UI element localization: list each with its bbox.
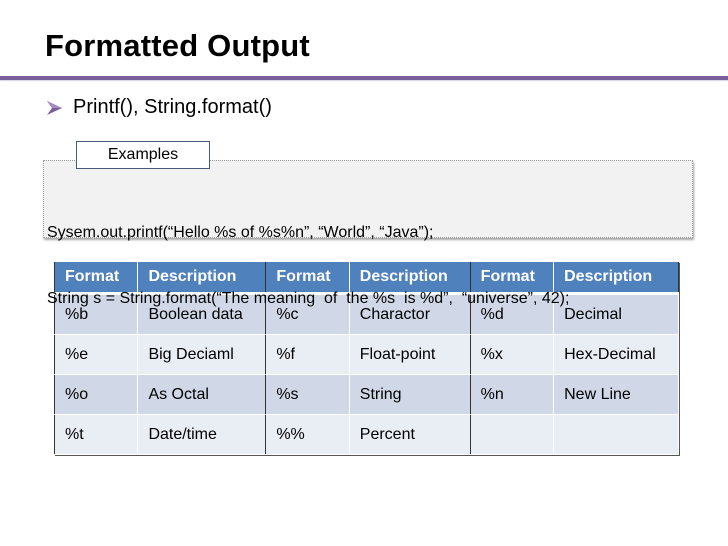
table-row: %e Big Deciaml %f Float-point %x Hex-Dec…	[54, 334, 679, 375]
table-cell: Decimal	[553, 293, 679, 335]
table-cell: %o	[54, 374, 139, 415]
examples-label: Examples	[76, 141, 210, 169]
table-cell: %f	[265, 334, 350, 375]
table-row: %t Date/time %% Percent	[54, 414, 679, 455]
slide-title: Formatted Output	[45, 28, 310, 63]
code-line: String s = String.format(“The meaning of…	[47, 290, 570, 307]
code-example: Sysem.out.printf(“Hello %s of %s%n”, “Wo…	[47, 178, 569, 332]
table-row: %o As Octal %s String %n New Line	[54, 374, 679, 415]
table-cell: Big Deciaml	[137, 334, 267, 375]
bullet-item: Printf(), String.format()	[45, 96, 272, 119]
table-cell	[553, 414, 679, 455]
table-cell: %x	[470, 334, 555, 375]
table-cell	[470, 414, 555, 455]
table-cell: %t	[54, 414, 139, 455]
table-cell: As Octal	[137, 374, 267, 415]
table-cell: %e	[54, 334, 139, 375]
table-cell: New Line	[553, 374, 679, 415]
table-cell: %n	[470, 374, 555, 415]
table-cell: %s	[265, 374, 350, 415]
title-divider	[0, 76, 728, 80]
table-cell: Date/time	[137, 414, 267, 455]
table-cell: Float-point	[349, 334, 471, 375]
table-cell: String	[349, 374, 471, 415]
table-cell: %%	[265, 414, 350, 455]
table-cell: Hex-Decimal	[553, 334, 679, 375]
column-header: Description	[553, 262, 679, 295]
code-line: Sysem.out.printf(“Hello %s of %s%n”, “Wo…	[47, 224, 434, 241]
bullet-text: Printf(), String.format()	[73, 96, 272, 118]
table-cell: Percent	[349, 414, 471, 455]
arrow-bullet-icon	[47, 100, 62, 115]
